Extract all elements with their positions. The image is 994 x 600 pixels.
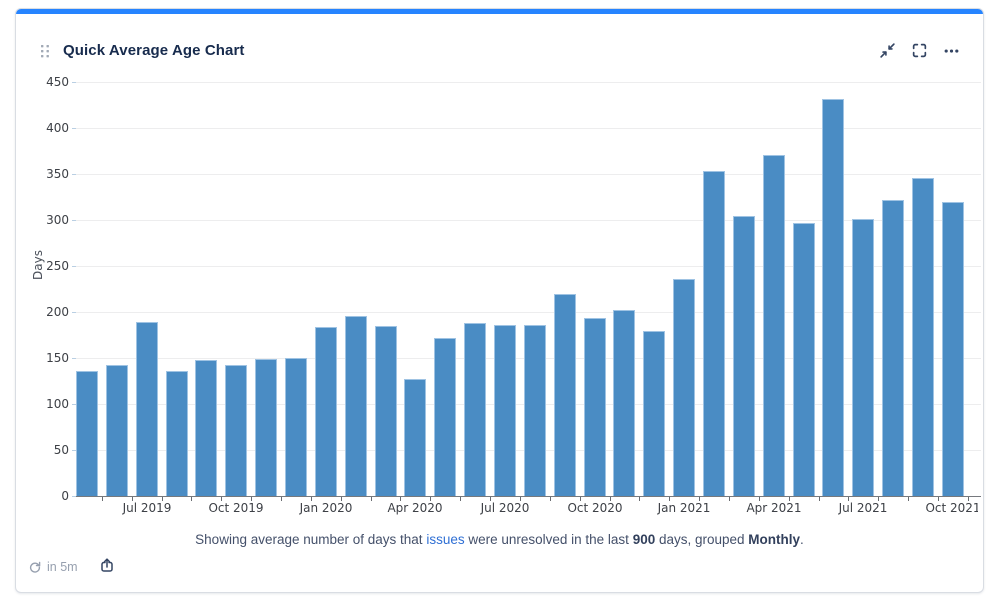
bar-dec-2019 [285, 358, 307, 496]
gadget-title: Quick Average Age Chart [63, 42, 245, 59]
caption-group-value: Monthly [748, 532, 800, 547]
bar-jan-2020 [315, 327, 337, 496]
caption-text: days, grouped [655, 532, 748, 547]
x-axis-labels: Jul 2019 Oct 2019 Jan 2020 Apr 2020 Jul 2020… [76, 501, 978, 517]
bar-dec-2020 [643, 331, 665, 496]
bar-mar-2021 [733, 216, 755, 496]
bar-jan-2021 [673, 279, 695, 496]
gadget-header: Quick Average Age Chart [16, 14, 983, 62]
bar-apr-2020 [404, 379, 426, 496]
chart-caption: Showing average number of days that issu… [16, 532, 983, 547]
issues-link[interactable]: issues [426, 532, 464, 547]
x-axis-tick-label: Apr 2021 [746, 501, 801, 515]
y-axis-tick-label: 250 [16, 258, 69, 274]
drag-handle-icon[interactable] [39, 43, 51, 59]
bar-jul-2019 [136, 322, 158, 496]
y-axis-tick-label: 50 [16, 442, 69, 458]
x-axis-tick-label: Jan 2021 [658, 501, 711, 515]
fullscreen-icon [911, 42, 928, 59]
bar-nov-2020 [613, 310, 635, 496]
bar-chart-plot-area [76, 82, 981, 496]
x-axis-tick-label: Jul 2020 [481, 501, 530, 515]
y-axis-tick-label: 400 [16, 120, 69, 136]
bar-may-2019 [76, 371, 98, 496]
bar-jun-2021 [822, 99, 844, 496]
bar-aug-2020 [524, 325, 546, 496]
x-axis-tick-label: Apr 2020 [387, 501, 442, 515]
bar-jun-2019 [106, 365, 128, 496]
bar-may-2021 [793, 223, 815, 496]
bar-sep-2021 [912, 178, 934, 496]
bar-oct-2019 [225, 365, 247, 496]
bars-container [76, 82, 964, 496]
ellipsis-icon [943, 42, 960, 59]
refresh-icon [28, 560, 42, 574]
bar-may-2020 [434, 338, 456, 496]
y-axis-tick-label: 100 [16, 396, 69, 412]
bar-sep-2020 [554, 294, 576, 496]
bar-jul-2020 [494, 325, 516, 496]
bar-oct-2021 [942, 202, 964, 496]
header-actions [878, 41, 961, 60]
share-button[interactable] [97, 555, 117, 578]
fullscreen-button[interactable] [910, 41, 929, 60]
x-axis-line [76, 496, 981, 497]
bar-nov-2019 [255, 359, 277, 496]
refresh-button[interactable]: in 5m [24, 556, 82, 578]
bar-feb-2021 [703, 171, 725, 496]
gadget-card: Quick Average Age Chart [15, 8, 984, 593]
collapse-arrows-icon [879, 42, 896, 59]
caption-text: Showing average number of days that [195, 532, 426, 547]
y-axis-tick-label: 150 [16, 350, 69, 366]
y-axis-tick-label: 200 [16, 304, 69, 320]
bar-oct-2020 [584, 318, 606, 496]
bar-feb-2020 [345, 316, 367, 496]
bar-aug-2021 [882, 200, 904, 496]
refresh-countdown-label: in 5m [47, 560, 78, 574]
x-axis-tick-label: Oct 2020 [567, 501, 622, 515]
minimize-button[interactable] [878, 41, 897, 60]
x-axis-tick-label: Jul 2021 [839, 501, 888, 515]
x-axis-tick-label: Jan 2020 [300, 501, 353, 515]
y-axis-tick-label: 300 [16, 212, 69, 228]
y-axis-tick-label: 0 [16, 488, 69, 504]
caption-days-value: 900 [633, 532, 656, 547]
bar-mar-2020 [375, 326, 397, 496]
bar-jul-2021 [852, 219, 874, 496]
x-axis-tick-label: Jul 2019 [123, 501, 172, 515]
bar-sep-2019 [195, 360, 217, 496]
caption-text: . [800, 532, 804, 547]
x-axis-tick-label: Oct 2021 [925, 501, 978, 515]
bar-aug-2019 [166, 371, 188, 496]
y-axis-tick-label: 350 [16, 166, 69, 182]
y-axis-labels: 050100150200250300350400450 [16, 82, 69, 496]
gadget-footer: in 5m [24, 555, 117, 578]
bar-apr-2021 [763, 155, 785, 496]
caption-text: were unresolved in the last [465, 532, 633, 547]
share-export-icon [99, 557, 115, 573]
y-axis-tick-label: 450 [16, 74, 69, 90]
more-options-button[interactable] [942, 41, 961, 60]
bar-jun-2020 [464, 323, 486, 496]
x-axis-tick-label: Oct 2019 [208, 501, 263, 515]
